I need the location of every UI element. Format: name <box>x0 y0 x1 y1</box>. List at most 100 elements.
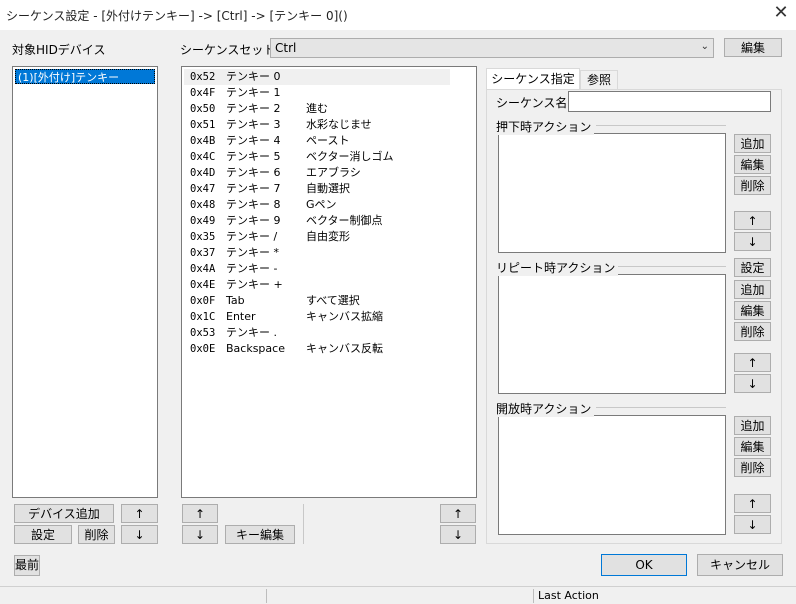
topmost-button[interactable]: 最前 <box>14 555 40 576</box>
window-title: シーケンス設定 - [外付けテンキー] -> [Ctrl] -> [テンキー 0… <box>6 9 348 23</box>
device-delete-button[interactable]: 削除 <box>78 525 115 544</box>
divider <box>303 504 304 544</box>
sequence-action: キャンバス拡縮 <box>306 310 383 323</box>
sequence-right-down-button[interactable]: ↓ <box>440 525 476 544</box>
title-bar: シーケンス設定 - [外付けテンキー] -> [Ctrl] -> [テンキー 0… <box>0 0 796 30</box>
sequence-up-button[interactable]: ↑ <box>182 504 218 523</box>
chevron-down-icon: ⌄ <box>700 41 709 52</box>
sequence-key: テンキー 2 <box>226 102 281 115</box>
sequence-code: 0x49 <box>190 215 216 227</box>
sequence-key: テンキー . <box>226 326 277 339</box>
press-edit-button[interactable]: 編集 <box>734 155 771 174</box>
sequence-name-label: シーケンス名 <box>496 96 568 110</box>
ok-button[interactable]: OK <box>601 554 687 576</box>
sequence-down-button[interactable]: ↓ <box>182 525 218 544</box>
press-delete-button[interactable]: 削除 <box>734 176 771 195</box>
press-action-label: 押下時アクション <box>496 118 595 135</box>
press-down-button[interactable]: ↓ <box>734 232 771 251</box>
hid-device-label: 対象HIDデバイス <box>12 43 106 57</box>
sequence-code: 0x37 <box>190 247 216 259</box>
sequence-key: テンキー 4 <box>226 134 281 147</box>
sequence-key: テンキー + <box>226 278 283 291</box>
sequence-code: 0x51 <box>190 119 216 131</box>
repeat-up-button[interactable]: ↑ <box>734 353 771 372</box>
sequence-code: 0x47 <box>190 183 216 195</box>
sequence-key: テンキー - <box>226 262 278 275</box>
sequence-action: すべて選択 <box>306 294 360 307</box>
tab-reference[interactable]: 参照 <box>580 70 618 89</box>
divider <box>596 407 726 408</box>
sequence-code: 0x0E <box>190 343 216 355</box>
key-edit-button[interactable]: キー編集 <box>225 525 295 544</box>
repeat-add-button[interactable]: 追加 <box>734 280 771 299</box>
sequence-code: 0x35 <box>190 231 216 243</box>
release-action-list[interactable] <box>498 415 726 535</box>
press-up-button[interactable]: ↑ <box>734 211 771 230</box>
sequence-key: テンキー 5 <box>226 150 281 163</box>
divider <box>610 266 726 267</box>
sequence-right-up-button[interactable]: ↑ <box>440 504 476 523</box>
sequence-key: テンキー 0 <box>226 70 281 83</box>
sequence-key: テンキー 6 <box>226 166 281 179</box>
release-delete-button[interactable]: 削除 <box>734 458 771 477</box>
sequence-code: 0x4C <box>190 151 216 163</box>
release-down-button[interactable]: ↓ <box>734 515 771 534</box>
sequence-action: Gペン <box>306 198 337 211</box>
release-edit-button[interactable]: 編集 <box>734 437 771 456</box>
sequence-set-label: シーケンスセット <box>180 43 276 57</box>
tab-sequence-spec[interactable]: シーケンス指定 <box>486 68 580 90</box>
release-add-button[interactable]: 追加 <box>734 416 771 435</box>
sequence-key: Enter <box>226 310 256 323</box>
press-action-list[interactable] <box>498 133 726 253</box>
sequence-action: ペースト <box>306 134 350 147</box>
repeat-edit-button[interactable]: 編集 <box>734 301 771 320</box>
repeat-down-button[interactable]: ↓ <box>734 374 771 393</box>
press-add-button[interactable]: 追加 <box>734 134 771 153</box>
status-bar: Last Action <box>0 586 796 604</box>
sequence-code: 0x53 <box>190 327 216 339</box>
device-item[interactable]: (1)[外付け]テンキー <box>15 69 155 84</box>
sequence-code: 0x1C <box>190 311 216 323</box>
sequence-code: 0x52 <box>190 71 216 83</box>
divider <box>596 125 726 126</box>
sequence-action: ベクター制御点 <box>306 214 383 227</box>
sequence-key: テンキー 9 <box>226 214 281 227</box>
release-up-button[interactable]: ↑ <box>734 494 771 513</box>
release-action-label: 開放時アクション <box>496 400 595 417</box>
cancel-button[interactable]: キャンセル <box>697 554 783 576</box>
sequence-code: 0x4D <box>190 167 216 179</box>
sequence-code: 0x4A <box>190 263 216 275</box>
sequence-action: キャンバス反転 <box>306 342 383 355</box>
sequence-set-value: Ctrl <box>275 41 297 55</box>
sequence-action: エアブラシ <box>306 166 361 179</box>
repeat-action-list[interactable] <box>498 274 726 394</box>
sequence-list[interactable]: 0x52 テンキー 0 0x4F テンキー 1 0x50 テンキー 2 進む 0x51 テンキー… <box>181 66 477 498</box>
sequence-key: テンキー 3 <box>226 118 281 131</box>
sequence-row[interactable]: 0x52 テンキー 0 <box>184 69 450 85</box>
sequence-code: 0x48 <box>190 199 216 211</box>
repeat-delete-button[interactable]: 削除 <box>734 322 771 341</box>
sequence-set-dropdown[interactable]: Ctrl ⌄ <box>270 38 714 58</box>
device-up-button[interactable]: ↑ <box>121 504 158 523</box>
sequence-key: テンキー 1 <box>226 86 281 99</box>
sequence-name-input[interactable] <box>568 91 771 112</box>
sequence-set-edit-button[interactable]: 編集 <box>724 38 782 57</box>
device-settings-button[interactable]: 設定 <box>14 525 72 544</box>
close-icon[interactable]: ✕ <box>768 2 794 26</box>
sequence-action: 自由変形 <box>306 230 350 243</box>
hid-device-list[interactable]: (1)[外付け]テンキー <box>12 66 158 498</box>
divider <box>266 589 267 603</box>
divider <box>533 589 534 603</box>
sequence-key: テンキー / <box>226 230 278 243</box>
add-device-button[interactable]: デバイス追加 <box>14 504 114 523</box>
device-down-button[interactable]: ↓ <box>121 525 158 544</box>
sequence-code: 0x0F <box>190 295 216 307</box>
sequence-action: 進む <box>306 102 328 115</box>
sequence-key: テンキー * <box>226 246 279 259</box>
sequence-action: 水彩なじませ <box>306 118 372 131</box>
repeat-settings-button[interactable]: 設定 <box>734 258 771 277</box>
repeat-action-label: リピート時アクション <box>496 259 619 276</box>
sequence-key: Tab <box>226 294 245 307</box>
sequence-code: 0x50 <box>190 103 216 115</box>
sequence-key: テンキー 7 <box>226 182 281 195</box>
